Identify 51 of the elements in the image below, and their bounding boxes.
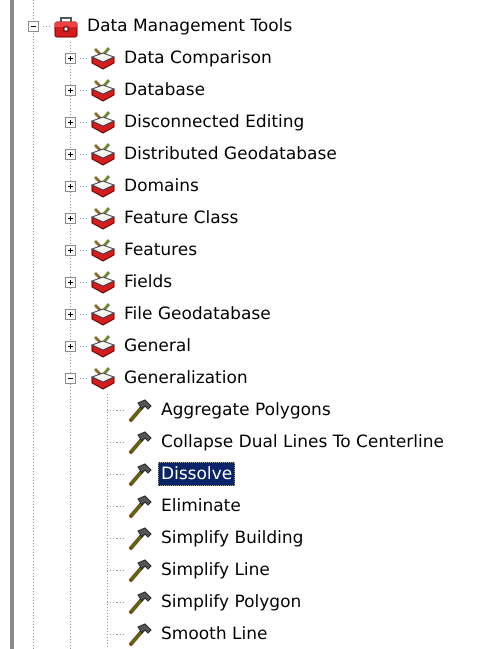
expand-icon[interactable]: [65, 148, 76, 160]
tree-item[interactable]: Dissolve: [158, 462, 236, 486]
open-box-icon: [89, 237, 117, 263]
expand-icon[interactable]: [65, 116, 76, 128]
tree-item[interactable]: File Geodatabase: [121, 302, 274, 326]
open-box-icon: [89, 365, 117, 391]
hammer-icon: [126, 525, 154, 551]
tree-item[interactable]: Features: [121, 238, 200, 262]
collapse-icon[interactable]: [65, 372, 76, 384]
hammer-icon: [126, 429, 154, 455]
expand-icon[interactable]: [65, 52, 76, 64]
open-box-icon: [89, 141, 117, 167]
open-box-icon: [89, 77, 117, 103]
tree-item[interactable]: Feature Class: [121, 206, 242, 230]
tree-item[interactable]: General: [121, 334, 194, 358]
hammer-icon: [126, 557, 154, 583]
hammer-icon: [126, 397, 154, 423]
tree-item[interactable]: Data Management Tools: [84, 14, 296, 38]
open-box-icon: [89, 333, 117, 359]
open-box-icon: [89, 269, 117, 295]
tree-item[interactable]: Generalization: [121, 366, 251, 390]
tree-item[interactable]: Eliminate: [158, 494, 244, 518]
tree-item[interactable]: Fields: [121, 270, 176, 294]
expand-icon[interactable]: [65, 276, 76, 288]
tree-item[interactable]: Smooth Line: [158, 622, 270, 646]
expand-icon[interactable]: [65, 212, 76, 224]
expand-icon[interactable]: [65, 180, 76, 192]
tree-item[interactable]: Simplify Building: [158, 526, 306, 550]
expand-icon[interactable]: [65, 244, 76, 256]
open-box-icon: [89, 45, 117, 71]
expand-icon[interactable]: [65, 340, 76, 352]
open-box-icon: [89, 205, 117, 231]
tree-item[interactable]: Simplify Polygon: [158, 590, 304, 614]
tree-item[interactable]: Distributed Geodatabase: [121, 142, 340, 166]
expand-icon[interactable]: [65, 308, 76, 320]
collapse-icon[interactable]: [28, 20, 39, 32]
tree-item[interactable]: Data Comparison: [121, 46, 275, 70]
hammer-icon: [126, 461, 154, 487]
tree-item[interactable]: Simplify Line: [158, 558, 273, 582]
hammer-icon: [126, 493, 154, 519]
hammer-icon: [126, 589, 154, 615]
tree-item[interactable]: Database: [121, 78, 208, 102]
tree-item[interactable]: Domains: [121, 174, 202, 198]
tree-item[interactable]: Aggregate Polygons: [158, 398, 334, 422]
open-box-icon: [89, 109, 117, 135]
tree-item[interactable]: Collapse Dual Lines To Centerline: [158, 430, 447, 454]
tree-item[interactable]: Disconnected Editing: [121, 110, 308, 134]
open-box-icon: [89, 301, 117, 327]
expand-icon[interactable]: [65, 84, 76, 96]
open-box-icon: [89, 173, 117, 199]
hammer-icon: [126, 621, 154, 647]
